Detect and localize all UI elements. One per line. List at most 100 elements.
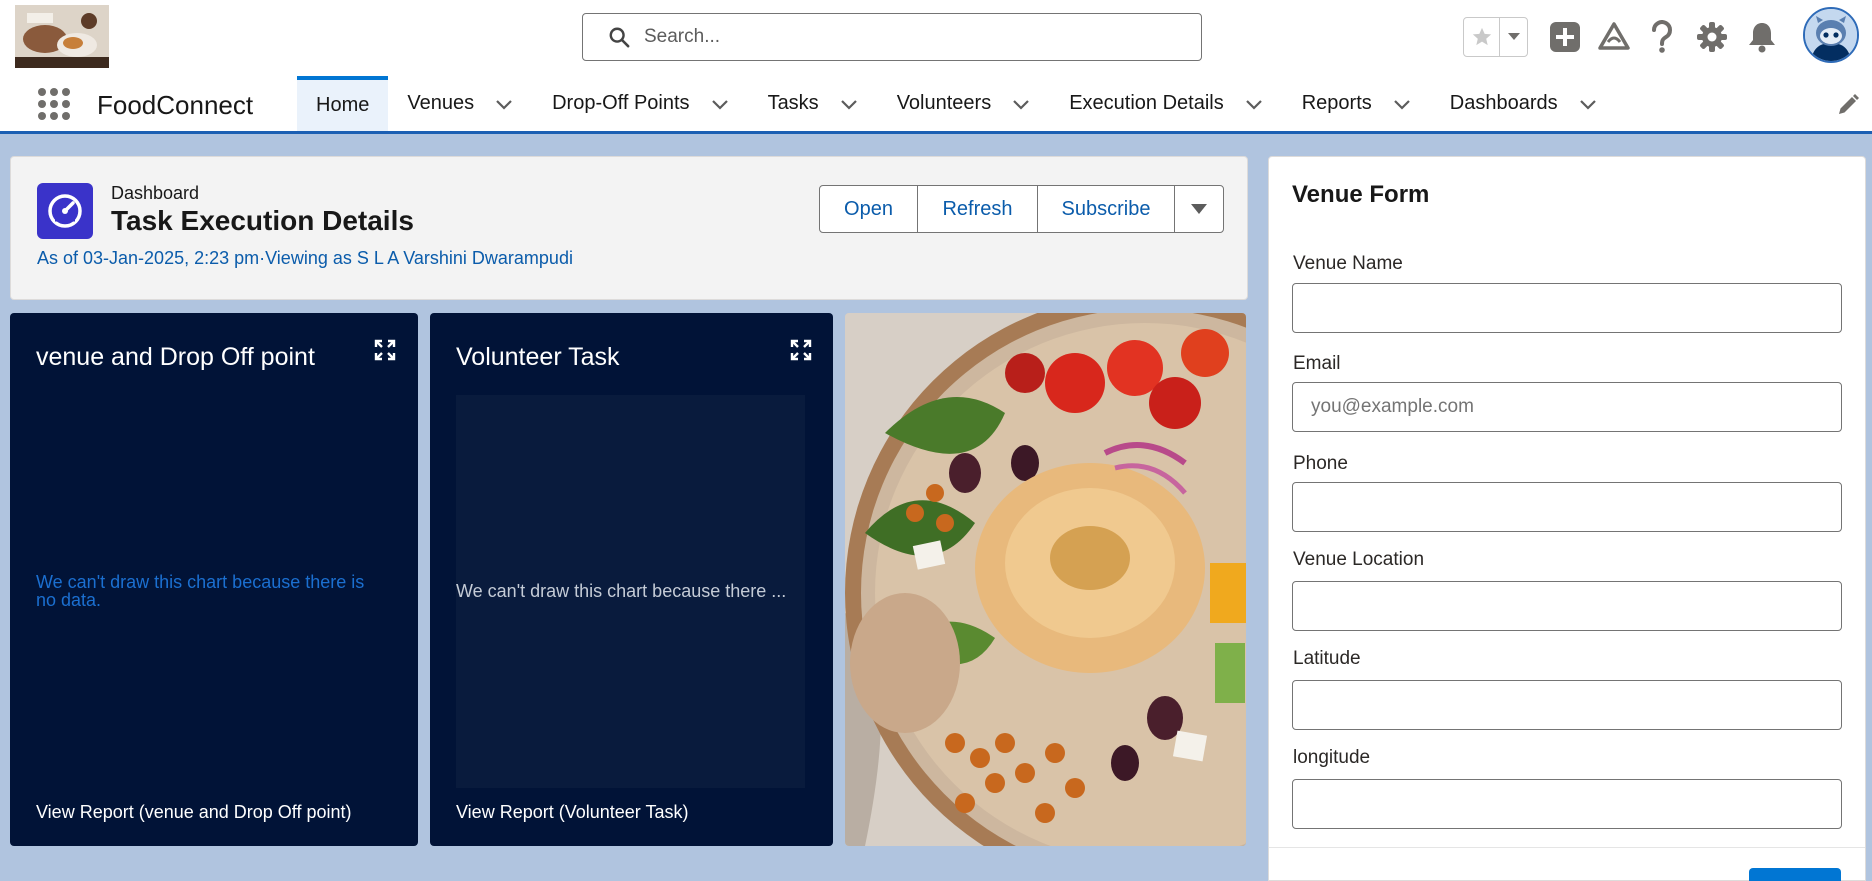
nav-tab-label: Volunteers [896, 92, 992, 114]
widget-venue-drop-off: venue and Drop Off point We can't draw t… [10, 313, 418, 846]
nav-tab-label: Venues [407, 92, 475, 114]
longitude-input[interactable] [1292, 779, 1842, 829]
user-avatar-button[interactable] [1803, 7, 1859, 63]
chevron-down-icon [1507, 33, 1520, 40]
phone-label: Phone [1293, 453, 1348, 474]
nav-tab-venues[interactable]: Venues [388, 76, 533, 131]
dashboard-title: Task Execution Details [111, 205, 414, 236]
nav-tab-label: Dashboards [1449, 92, 1558, 114]
app-launcher-dot [38, 112, 46, 120]
phone-input[interactable] [1292, 482, 1842, 532]
global-search[interactable] [582, 13, 1202, 61]
bell-icon [1749, 23, 1775, 53]
app-launcher-dot [62, 88, 70, 96]
expand-icon[interactable] [790, 339, 812, 361]
dashboard-label: Dashboard [111, 183, 200, 203]
trailhead-icon [1598, 22, 1630, 50]
chevron-down-icon[interactable] [1578, 94, 1598, 114]
nav-tab-drop-off-points[interactable]: Drop-Off Points [533, 76, 748, 131]
nav-tab-label: Reports [1301, 92, 1372, 114]
chevron-down-icon[interactable] [1392, 94, 1412, 114]
app-logo[interactable] [15, 5, 109, 68]
dashboard-icon [37, 183, 93, 239]
email-label: Email [1293, 353, 1341, 374]
caret-down-icon [1191, 204, 1207, 214]
search-icon [609, 27, 630, 48]
chevron-down-icon[interactable] [1011, 94, 1031, 114]
open-button[interactable]: Open [820, 186, 918, 232]
nav-tab-label: Tasks [767, 92, 819, 114]
widget-title: venue and Drop Off point [36, 343, 315, 371]
venue-location-input[interactable] [1292, 581, 1842, 631]
notifications-button[interactable] [1743, 18, 1781, 56]
nav-tab-label: Execution Details [1069, 92, 1224, 114]
chevron-down-icon[interactable] [839, 94, 859, 114]
latitude-label: Latitude [1293, 648, 1361, 669]
dashboard-header-card: Dashboard Task Execution Details As of 0… [10, 156, 1248, 300]
favorites-menu-button[interactable] [1500, 18, 1527, 56]
nav-tabs: Home Venues Drop-Off Points Tasks Volunt… [297, 76, 1617, 131]
no-data-message: We can't draw this chart because there .… [456, 582, 787, 600]
venue-location-label: Venue Location [1293, 549, 1425, 570]
app-name: FoodConnect [97, 90, 254, 120]
nav-tab-execution-details[interactable]: Execution Details [1050, 76, 1283, 131]
nav-tab-tasks[interactable]: Tasks [749, 76, 878, 131]
favorites-button-group [1463, 17, 1528, 57]
nav-tab-label: Home [316, 94, 370, 116]
app-launcher-dot [50, 112, 58, 120]
dashboard-subtitle: As of 03-Jan-2025, 2:23 pm·Viewing as S … [37, 248, 573, 268]
app-launcher-dot [38, 88, 46, 96]
logo-image [15, 5, 109, 68]
avatar-icon [1805, 9, 1857, 61]
gauge-icon [48, 194, 82, 228]
chevron-down-icon[interactable] [494, 94, 514, 114]
view-report-link[interactable]: View Report (venue and Drop Off point) [36, 802, 352, 823]
help-button[interactable] [1643, 18, 1681, 56]
dashboard-actions: Open Refresh Subscribe [819, 185, 1224, 233]
add-icon [1550, 22, 1580, 52]
refresh-button[interactable]: Refresh [918, 186, 1038, 232]
chevron-down-icon[interactable] [1244, 94, 1264, 114]
edit-nav-pencil-icon[interactable] [1836, 93, 1860, 117]
global-actions-button[interactable] [1546, 18, 1584, 56]
subscribe-button[interactable]: Subscribe [1038, 186, 1175, 232]
trailhead-button[interactable] [1595, 18, 1633, 56]
favorites-star-button[interactable] [1464, 18, 1500, 56]
venue-name-label: Venue Name [1293, 253, 1403, 274]
venue-name-input[interactable] [1292, 283, 1842, 333]
nav-tab-volunteers[interactable]: Volunteers [878, 76, 1051, 131]
food-bowl-image [845, 313, 1246, 846]
latitude-input[interactable] [1292, 680, 1842, 730]
star-icon [1472, 27, 1491, 46]
food-bowl-illustration [845, 313, 1246, 846]
widget-title: Volunteer Task [456, 343, 620, 371]
app-launcher-dot [62, 100, 70, 108]
global-header [0, 0, 1872, 76]
nav-tab-dashboards[interactable]: Dashboards [1431, 76, 1617, 131]
app-launcher-dot [50, 88, 58, 96]
nav-tab-home[interactable]: Home [297, 76, 389, 131]
venue-form-title: Venue Form [1292, 181, 1430, 208]
app-launcher-dot [38, 100, 46, 108]
setup-button[interactable] [1693, 18, 1731, 56]
email-input[interactable] [1292, 382, 1842, 432]
longitude-label: longitude [1293, 747, 1371, 768]
form-footer-divider [1269, 847, 1865, 848]
nav-tab-reports[interactable]: Reports [1283, 76, 1431, 131]
venue-form-panel: Venue Form Venue Name Email Phone Venue … [1268, 156, 1866, 881]
settings-icon [1697, 22, 1727, 52]
app-launcher-button[interactable] [36, 86, 72, 122]
expand-icon[interactable] [374, 339, 396, 361]
submit-button[interactable] [1749, 868, 1841, 881]
search-input[interactable] [644, 26, 1164, 48]
nav-tab-label: Drop-Off Points [552, 92, 690, 114]
view-report-link[interactable]: View Report (Volunteer Task) [456, 802, 688, 823]
app-launcher-dot [62, 112, 70, 120]
more-actions-button[interactable] [1175, 186, 1223, 232]
widget-volunteer-task: Volunteer Task We can't draw this chart … [430, 313, 833, 846]
app-navigation-bar: FoodConnect Home Venues Drop-Off Points … [0, 76, 1872, 134]
help-icon [1652, 20, 1672, 53]
no-data-message: We can't draw this chart because there i… [36, 572, 365, 610]
app-launcher-dot [50, 100, 58, 108]
chevron-down-icon[interactable] [710, 94, 730, 114]
